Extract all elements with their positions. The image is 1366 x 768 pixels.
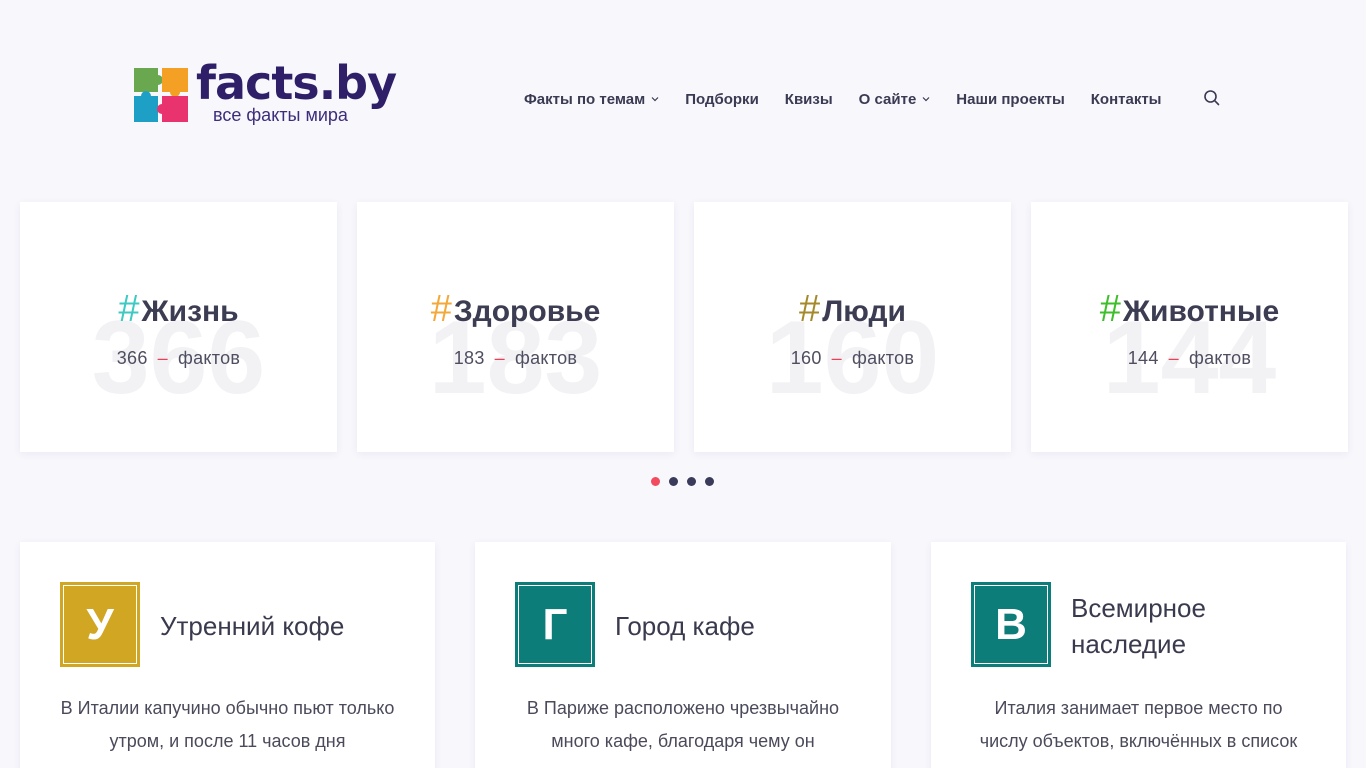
nav-item-collections[interactable]: Подборки xyxy=(685,91,759,108)
logo-wordmark: facts.by xyxy=(196,56,397,110)
letter-badge: В xyxy=(971,582,1051,667)
nav-item-topics[interactable]: Факты по темам xyxy=(524,91,659,108)
nav-item-label: Наши проекты xyxy=(956,90,1065,108)
main-nav: Факты по темам Подборки Квизы О сайте На… xyxy=(524,88,1188,110)
category-title: #Здоровье xyxy=(357,288,674,331)
nav-item-label: Квизы xyxy=(784,90,833,108)
category-card-people[interactable]: 160 #Люди 160– фактов xyxy=(694,202,1011,452)
search-icon[interactable] xyxy=(1203,89,1221,107)
category-fact-count: 160– фактов xyxy=(694,348,1011,369)
puzzle-logo-icon xyxy=(134,68,188,122)
hashtag-symbol: # xyxy=(799,288,821,330)
category-title: #Животные xyxy=(1031,288,1348,331)
letter-badge: Г xyxy=(515,582,595,667)
fact-card-city-of-cafes[interactable]: Г Город кафе В Париже расположено чрезвы… xyxy=(475,542,891,768)
fact-card-world-heritage[interactable]: В Всемирное наследие Италия занимает пер… xyxy=(931,542,1346,768)
hashtag-symbol: # xyxy=(118,288,140,330)
category-fact-count: 366– фактов xyxy=(20,348,337,369)
count-separator: – xyxy=(831,348,842,368)
site-logo[interactable]: facts.by все факты мира xyxy=(132,60,397,128)
fact-title[interactable]: Утренний кофе xyxy=(160,608,405,644)
slider-pagination xyxy=(651,477,723,486)
category-fact-count: 183– фактов xyxy=(357,348,674,369)
fact-count-unit: фактов xyxy=(177,348,241,368)
category-card-animals[interactable]: 144 #Животные 144– фактов xyxy=(1031,202,1348,452)
fact-title[interactable]: Город кафе xyxy=(615,608,861,644)
chevron-down-icon xyxy=(922,97,930,102)
category-name: Жизнь xyxy=(141,295,239,328)
fact-count-number: 144 xyxy=(1127,348,1159,368)
nav-item-label: Факты по темам xyxy=(524,90,646,108)
chevron-down-icon xyxy=(651,97,659,102)
category-name: Животные xyxy=(1122,295,1280,328)
fact-text: В Париже расположено чрезвычайно много к… xyxy=(526,698,840,751)
nav-item-contacts[interactable]: Контакты xyxy=(1091,91,1162,108)
slider-dot-2[interactable] xyxy=(669,477,678,486)
count-separator: – xyxy=(157,348,168,368)
fact-count-number: 160 xyxy=(790,348,822,368)
fact-count-unit: фактов xyxy=(851,348,915,368)
fact-text: Италия занимает первое место по числу об… xyxy=(979,698,1298,751)
category-title: #Люди xyxy=(694,288,1011,331)
fact-count-number: 183 xyxy=(453,348,485,368)
letter-badge: У xyxy=(60,582,140,667)
nav-item-label: Подборки xyxy=(685,90,759,108)
hashtag-symbol: # xyxy=(430,288,452,330)
fact-count-unit: фактов xyxy=(1188,348,1252,368)
category-name: Здоровье xyxy=(453,295,601,328)
fact-count-unit: фактов xyxy=(514,348,578,368)
category-card-health[interactable]: 183 #Здоровье 183– фактов xyxy=(357,202,674,452)
fact-text: В Италии капучино обычно пьют только утр… xyxy=(60,698,395,751)
slider-dot-3[interactable] xyxy=(687,477,696,486)
count-separator: – xyxy=(1168,348,1179,368)
nav-item-projects[interactable]: Наши проекты xyxy=(956,91,1064,108)
count-separator: – xyxy=(494,348,505,368)
fact-card-morning-coffee[interactable]: У Утренний кофе В Италии капучино обычно… xyxy=(20,542,435,768)
nav-item-label: О сайте xyxy=(858,90,917,108)
nav-item-quizzes[interactable]: Квизы xyxy=(785,91,833,108)
category-fact-count: 144– фактов xyxy=(1031,348,1348,369)
category-card-life[interactable]: 366 #Жизнь 366– фактов xyxy=(20,202,337,452)
fact-count-number: 366 xyxy=(116,348,148,368)
slider-dot-1[interactable] xyxy=(651,477,660,486)
logo-tagline: все факты мира xyxy=(213,105,348,125)
nav-item-about[interactable]: О сайте xyxy=(859,91,931,108)
slider-dot-4[interactable] xyxy=(705,477,714,486)
nav-item-label: Контакты xyxy=(1090,90,1162,108)
fact-title[interactable]: Всемирное наследие xyxy=(1071,590,1226,662)
category-name: Люди xyxy=(822,295,906,328)
hashtag-symbol: # xyxy=(1099,288,1121,330)
category-title: #Жизнь xyxy=(20,288,337,331)
